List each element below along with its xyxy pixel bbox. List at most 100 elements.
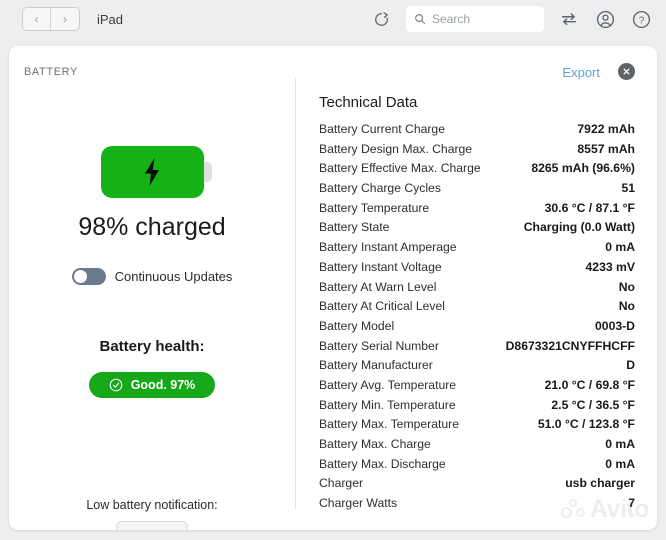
- row-value: 2.5 °C / 36.5 °F: [551, 397, 635, 412]
- search-input[interactable]: Search: [432, 12, 470, 26]
- row-value: 7922 mAh: [577, 122, 635, 136]
- row-label: Battery Instant Voltage: [319, 259, 442, 274]
- row-label: Charger Watts: [319, 496, 398, 511]
- row-label: Battery Max. Temperature: [319, 417, 459, 432]
- status-badge-label: Good. 97%: [130, 378, 196, 392]
- row-label: Battery Current Charge: [319, 122, 445, 136]
- table-row: Battery Min. Temperature 2.5 °C / 36.5 °F: [295, 398, 657, 418]
- account-icon: [596, 10, 614, 28]
- row-value: 51: [621, 181, 635, 196]
- row-value: 8265 mAh (96.6%): [531, 161, 635, 176]
- row-label: Battery State: [319, 220, 390, 235]
- charge-percent-label: 98% charged: [78, 213, 226, 241]
- row-value: usb charger: [565, 476, 635, 491]
- toggle-knob: [73, 270, 87, 283]
- toolbar-actions: Search ?: [370, 6, 652, 32]
- navigation-buttons: ‹ ›: [22, 7, 80, 31]
- table-row: Battery Avg. Temperature 21.0 °C / 69.8 °…: [295, 378, 657, 398]
- continuous-updates-row: Continuous Updates: [9, 268, 295, 285]
- low-battery-select-wrap: Never ˅: [9, 521, 295, 530]
- help-icon: ?: [632, 10, 650, 28]
- table-row: Battery Max. Discharge 0 mA: [295, 457, 657, 477]
- row-label: Battery Min. Temperature: [319, 397, 456, 412]
- status-badge: Good. 97%: [88, 372, 216, 398]
- row-value: 0003-D: [595, 318, 635, 333]
- row-label: Battery Max. Charge: [319, 437, 431, 451]
- continuous-updates-label: Continuous Updates: [114, 269, 233, 284]
- battery-summary-panel: 98% charged Continuous Updates Battery h…: [9, 78, 295, 530]
- table-row: Battery Max. Temperature 51.0 °C / 123.8 …: [295, 417, 657, 437]
- row-label: Battery Manufacturer: [319, 358, 433, 373]
- table-row: Battery Max. Charge 0 mA: [295, 437, 657, 457]
- help-button[interactable]: ?: [630, 8, 652, 30]
- battery-terminal-nub: [203, 162, 212, 182]
- technical-data-list: Battery Current Charge 7922 mAh Battery De…: [295, 122, 657, 516]
- row-label: Battery Instant Amperage: [319, 240, 457, 255]
- battery-health-title: Battery health:: [99, 338, 205, 355]
- forward-button[interactable]: ›: [51, 8, 79, 30]
- table-row: Battery Instant Voltage 4233 mV: [295, 260, 657, 280]
- card-title: BATTERY: [24, 66, 78, 78]
- row-value: 0 mA: [605, 456, 635, 471]
- row-label: Charger: [319, 476, 364, 491]
- technical-data-panel: Technical Data Battery Current Charge 792…: [295, 78, 657, 530]
- table-row: Battery Current Charge 7922 mAh: [295, 122, 657, 142]
- row-value: No: [618, 279, 635, 294]
- row-label: Battery Serial Number: [319, 338, 439, 353]
- table-row: Charger usb charger: [295, 476, 657, 496]
- battery-graphic: [9, 146, 295, 198]
- close-icon: [623, 68, 630, 75]
- svg-text:?: ?: [638, 15, 644, 26]
- row-label: Battery Model: [319, 318, 395, 333]
- row-label: Battery Avg. Temperature: [319, 377, 457, 392]
- back-button[interactable]: ‹: [23, 8, 51, 30]
- row-value: 0 mA: [605, 437, 635, 451]
- battery-body: [100, 146, 212, 198]
- continuous-updates-toggle[interactable]: [71, 268, 106, 285]
- check-circle-icon: [109, 378, 123, 392]
- row-value: 8557 mAh: [577, 141, 635, 156]
- breadcrumb[interactable]: iPad: [97, 12, 123, 27]
- transfer-arrows-icon: [561, 13, 577, 26]
- table-row: Battery Manufacturer D: [295, 358, 657, 378]
- row-value: D: [626, 358, 635, 373]
- refresh-icon: [374, 11, 388, 26]
- battery-health-badge-wrap: Good. 97%: [9, 372, 295, 398]
- table-row: Battery Temperature 30.6 °C / 87.1 °F: [295, 201, 657, 221]
- row-label: Battery At Warn Level: [319, 279, 437, 294]
- row-value: 0 mA: [605, 240, 635, 255]
- table-row: Battery Instant Amperage 0 mA: [295, 240, 657, 260]
- row-value: 7: [628, 496, 635, 511]
- row-label: Battery Temperature: [319, 200, 430, 215]
- chevron-left-icon: ‹: [34, 12, 39, 26]
- row-label: Battery Design Max. Charge: [319, 141, 473, 156]
- transfer-button[interactable]: [558, 8, 580, 30]
- row-value: 30.6 °C / 87.1 °F: [544, 200, 635, 215]
- table-row: Battery At Critical Level No: [295, 299, 657, 319]
- row-label: Battery Effective Max. Charge: [319, 161, 481, 176]
- refresh-button[interactable]: [370, 8, 392, 30]
- low-battery-select[interactable]: Never ˅: [115, 521, 189, 531]
- table-row: Charger Watts 7: [295, 496, 657, 516]
- row-value: No: [618, 299, 635, 314]
- table-row: Battery Charge Cycles 51: [295, 181, 657, 201]
- row-value: 4233 mV: [585, 259, 635, 274]
- chevron-right-icon: ›: [63, 12, 67, 26]
- search-box[interactable]: Search: [406, 6, 544, 32]
- row-label: Battery Max. Discharge: [319, 456, 446, 471]
- table-row: Battery At Warn Level No: [295, 280, 657, 300]
- chevron-down-icon: ˅: [171, 530, 176, 531]
- low-battery-title: Low battery notification:: [86, 498, 218, 512]
- row-label: Battery At Critical Level: [319, 299, 445, 314]
- account-button[interactable]: [594, 8, 616, 30]
- table-row: Battery Effective Max. Charge 8265 mAh (9…: [295, 161, 657, 181]
- lightning-bolt-icon: [145, 158, 159, 186]
- top-toolbar: ‹ › iPad Search ?: [0, 0, 666, 38]
- table-row: Battery Design Max. Charge 8557 mAh: [295, 142, 657, 162]
- search-icon: [415, 14, 426, 25]
- row-value: 51.0 °C / 123.8 °F: [537, 417, 635, 432]
- low-battery-select-value: Never: [128, 527, 163, 530]
- table-row: Battery State Charging (0.0 Watt): [295, 220, 657, 240]
- table-row: Battery Model 0003-D: [295, 319, 657, 339]
- row-value: Charging (0.0 Watt): [523, 220, 635, 235]
